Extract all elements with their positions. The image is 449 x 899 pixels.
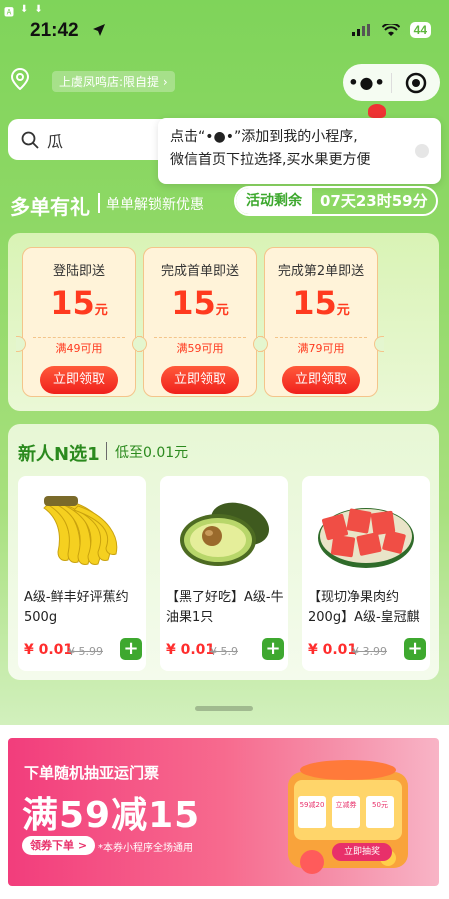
new-user-divider (106, 442, 107, 460)
store-selector[interactable]: 上虞凤鸣店:限自提 › (52, 71, 175, 92)
coupon-amount: 15元 (171, 284, 229, 322)
coupon-condition: 满49可用 (55, 342, 103, 355)
coupon-divider (275, 337, 367, 338)
notification-a-icon: 🅰 (4, 8, 14, 19)
product-name: 【现切净果肉约200g】A级-皇冠麒麟…西瓜1盒 (308, 590, 420, 625)
avocado-image (180, 502, 270, 566)
add-to-cart-button[interactable]: + (120, 638, 142, 660)
lottery-draw-button[interactable]: 立即抽奖 (332, 843, 392, 861)
search-icon (21, 131, 39, 149)
coupon-amount: 15元 (292, 284, 350, 322)
coupon-divider (154, 337, 246, 338)
watermelon-image (318, 508, 414, 568)
banner-offer: 满59减15 (22, 795, 201, 836)
promo-subtitle: 单单解锁新优惠 (106, 197, 204, 213)
tooltip-line-2: 微信首页下拉选择,买水果更方便 (170, 152, 371, 168)
status-time: 21:42 (30, 20, 79, 41)
claim-coupon-button[interactable]: 立即领取 (40, 366, 118, 394)
slot-reel: 50元 (366, 796, 394, 828)
product-price: ¥ 0.01 (308, 642, 358, 658)
coupon-condition: 满79可用 (297, 342, 345, 355)
coupon-divider (33, 337, 125, 338)
promo-divider (98, 193, 100, 213)
miniprogram-capsule: •●• (343, 64, 440, 101)
coupon-card: 登陆即送 15元 满49可用 立即领取 (16, 247, 142, 397)
claim-coupon-button[interactable]: 立即领取 (282, 366, 360, 394)
notification-icons: 🅰 ⬇ ⬇ (4, 4, 43, 19)
location-pin-icon[interactable] (10, 68, 30, 90)
banner-cta-button[interactable]: 领券下单 > (22, 836, 96, 855)
coupon-name: 完成首单即送 (160, 264, 239, 279)
new-user-title: 新人N选1 (18, 444, 100, 465)
banner-note: *本券小程序全场通用 (98, 843, 193, 854)
location-arrow-icon (93, 24, 105, 36)
battery-level: 44 (409, 22, 431, 38)
coupon-name: 完成第2单即送 (277, 264, 365, 279)
tooltip-line-1: 点击“•●•”添加到我的小程序, (170, 129, 358, 145)
product-original-price: ¥ 3.99 (352, 645, 387, 658)
banner-headline: 下单随机抽亚运门票 (24, 764, 160, 782)
coupon-card: 完成首单即送 15元 满59可用 立即领取 (137, 247, 263, 397)
search-placeholder: 瓜 (47, 131, 64, 151)
slot-reel: 59减20 (298, 796, 326, 828)
promo-title: 多单有礼 (10, 195, 90, 219)
coupon-condition: 满59可用 (176, 342, 224, 355)
status-indicators: 44 (351, 22, 431, 38)
more-menu-button[interactable]: •●• (343, 73, 391, 92)
countdown-badge: 活动剩余 07天23时59分 (234, 186, 438, 216)
product-card[interactable]: 【现切净果肉约200g】A级-皇冠麒麟…西瓜1盒 ¥ 0.01 ¥ 3.99 + (302, 476, 430, 671)
signal-icon (351, 24, 370, 36)
tooltip-close-button[interactable] (415, 144, 429, 158)
product-price: ¥ 0.01 (166, 642, 216, 658)
product-original-price: ¥ 5.9 (210, 645, 238, 658)
product-card[interactable]: A级-鲜丰好评蕉约500g ¥ 0.01 ¥ 5.99 + (18, 476, 146, 671)
target-icon (405, 72, 427, 93)
wifi-icon (381, 23, 400, 36)
claim-coupon-button[interactable]: 立即领取 (161, 366, 239, 394)
countdown-value: 07天23时59分 (320, 192, 428, 210)
close-miniprogram-button[interactable] (392, 72, 440, 94)
new-user-subtitle: 低至0.01元 (115, 445, 189, 461)
banana-image (43, 496, 118, 565)
coupon-card: 完成第2单即送 15元 满79可用 立即领取 (258, 247, 384, 397)
coupon-amount: 15元 (50, 284, 108, 322)
add-to-cart-button[interactable]: + (262, 638, 284, 660)
add-to-cart-button[interactable]: + (404, 638, 426, 660)
product-name: 【黑了好吃】A级-牛油果1只 (166, 590, 284, 625)
lottery-banner[interactable]: 下单随机抽亚运门票 满59减15 领券下单 > *本券小程序全场通用 59减20… (8, 738, 439, 886)
slot-reel: 立减券 (332, 796, 360, 828)
download-icon: ⬇ (20, 4, 29, 15)
store-name: 上虞凤鸣店:限自提 (59, 75, 160, 89)
download-icon-2: ⬇ (34, 4, 43, 15)
mascot-icon (368, 104, 386, 118)
product-name: A级-鲜丰好评蕉约500g (24, 590, 129, 625)
coupon-name: 登陆即送 (52, 264, 105, 279)
add-to-miniprogram-tooltip: 点击“•●•”添加到我的小程序, 微信首页下拉选择,买水果更方便 (158, 118, 441, 184)
countdown-label: 活动剩余 (236, 188, 312, 214)
product-original-price: ¥ 5.99 (68, 645, 103, 658)
drag-handle[interactable] (195, 706, 253, 711)
product-card[interactable]: 【黑了好吃】A级-牛油果1只 ¥ 0.01 ¥ 5.9 + (160, 476, 288, 671)
chevron-right-icon: › (162, 75, 168, 89)
product-price: ¥ 0.01 (24, 642, 74, 658)
